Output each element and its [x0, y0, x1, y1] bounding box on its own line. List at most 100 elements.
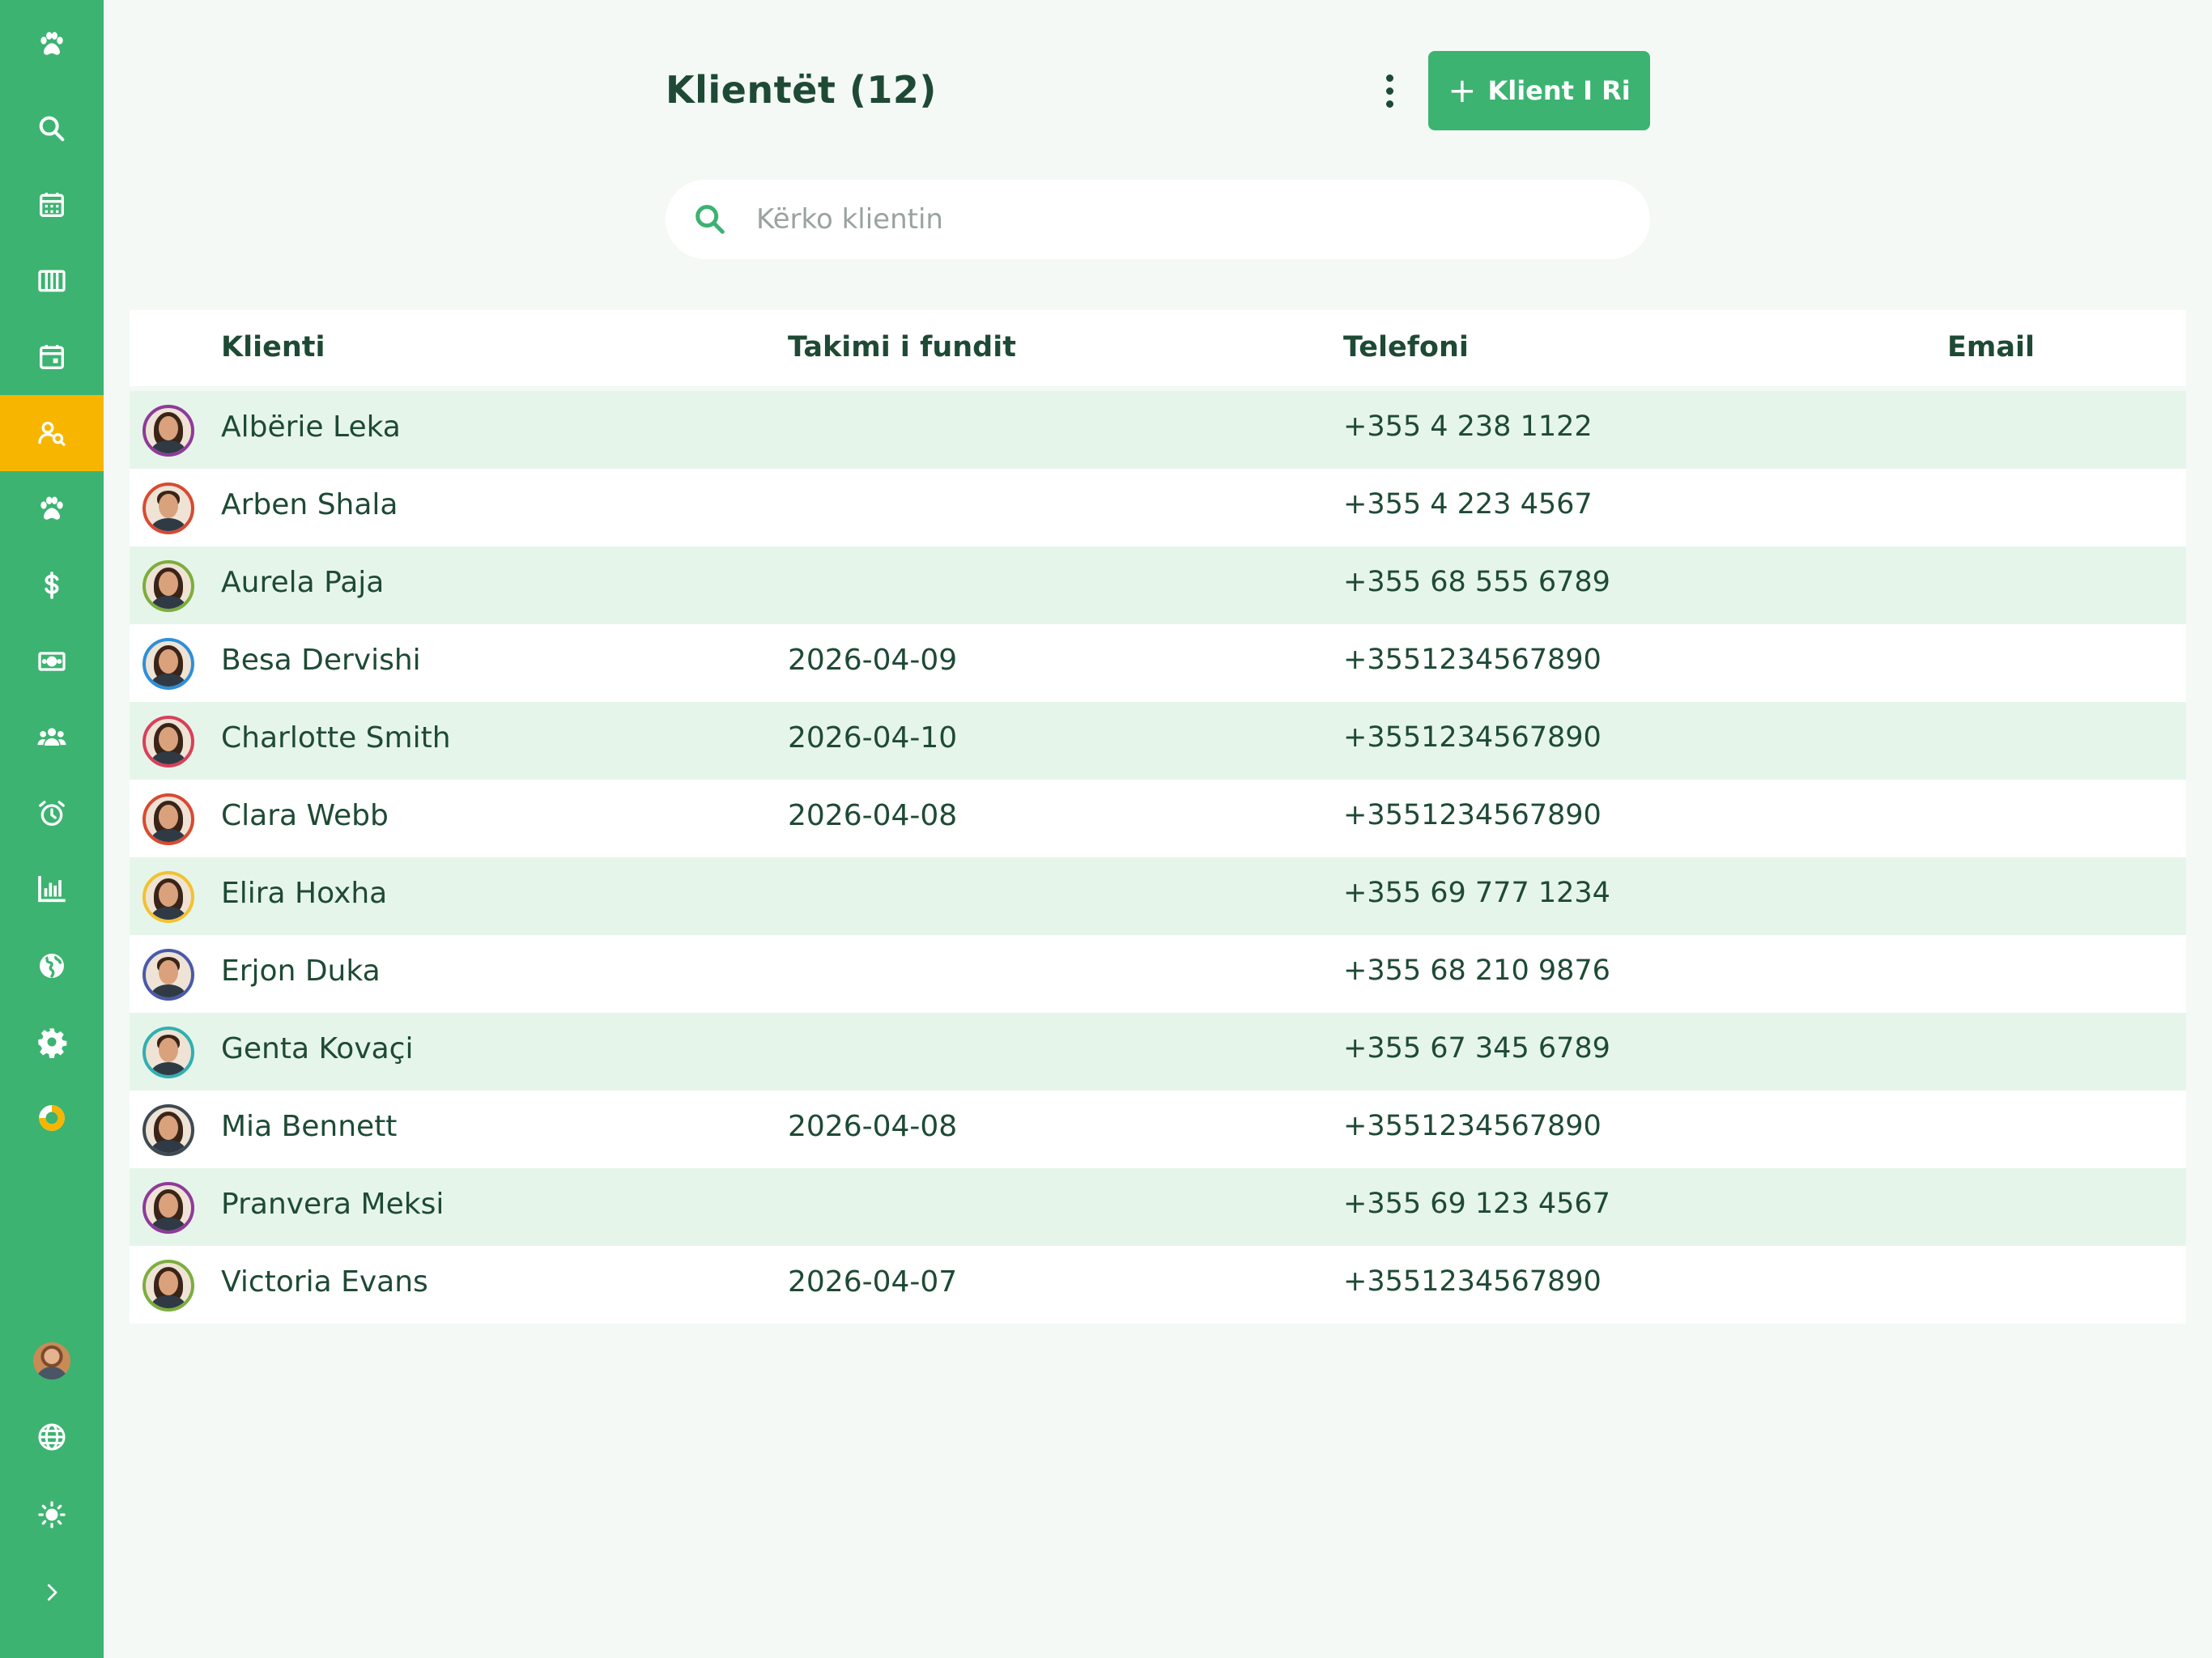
- calendar-event-icon: [40, 345, 64, 369]
- client-avatar: [143, 1027, 194, 1078]
- client-avatar: [143, 1182, 194, 1234]
- dollar-icon: [45, 572, 59, 599]
- table-body: Albërie Leka +355 4 238 1122 Arben Shala +3…: [130, 391, 2186, 1324]
- sidebar-item-clients[interactable]: [0, 395, 104, 471]
- sidebar-item-appointments[interactable]: [0, 319, 104, 395]
- money-icon: [38, 652, 66, 671]
- table-row[interactable]: Aurela Paja +355 68 555 6789: [130, 546, 2186, 624]
- language-icon: [38, 1423, 66, 1451]
- sidebar-item-website[interactable]: [0, 928, 104, 1004]
- column-header-phone[interactable]: Telefoni: [1343, 331, 1469, 363]
- sidebar-item-payments[interactable]: [0, 623, 104, 699]
- client-phone: +355 69 123 4567: [1343, 1188, 1610, 1220]
- client-avatar: [143, 483, 194, 534]
- client-name: Victoria Evans: [221, 1265, 428, 1299]
- clients-table: Klienti Takimi i fundit Telefoni Email A…: [130, 310, 2186, 1324]
- sidebar-item-reports[interactable]: [0, 852, 104, 928]
- sidebar: [0, 0, 104, 1658]
- table-row[interactable]: Charlotte Smith 2026-04-10 +3551234567890: [130, 702, 2186, 780]
- column-header-last-appointment[interactable]: Takimi i fundit: [788, 331, 1016, 363]
- client-name: Genta Kovaçi: [221, 1032, 414, 1065]
- search-input[interactable]: [756, 194, 1614, 244]
- table-header: Klienti Takimi i fundit Telefoni Email: [130, 310, 2186, 386]
- table-row[interactable]: Victoria Evans 2026-04-07 +3551234567890: [130, 1246, 2186, 1324]
- client-search-icon: [38, 421, 66, 446]
- client-avatar: [143, 638, 194, 690]
- table-row[interactable]: Genta Kovaçi +355 67 345 6789: [130, 1013, 2186, 1090]
- client-phone: +355 4 223 4567: [1343, 488, 1593, 521]
- client-name: Arben Shala: [221, 488, 398, 521]
- column-header-email[interactable]: Email: [1947, 331, 2035, 363]
- paw-icon: [40, 496, 63, 520]
- table-row[interactable]: Clara Webb 2026-04-08 +3551234567890: [130, 780, 2186, 857]
- client-name: Aurela Paja: [221, 566, 385, 599]
- client-phone: +3551234567890: [1343, 644, 1602, 676]
- client-name: Charlotte Smith: [221, 721, 451, 755]
- more-dot-icon: [1385, 87, 1393, 95]
- calendar-icon: [40, 193, 64, 217]
- search-box: [666, 180, 1650, 259]
- client-phone: +3551234567890: [1343, 1110, 1602, 1142]
- donut-icon: [39, 1105, 65, 1131]
- sidebar-item-staff[interactable]: [0, 699, 104, 776]
- client-avatar: [143, 1260, 194, 1312]
- last-appointment: 2026-04-08: [788, 1110, 958, 1143]
- client-phone: +355 67 345 6789: [1343, 1032, 1610, 1065]
- last-appointment: 2026-04-09: [788, 644, 958, 677]
- table-row[interactable]: Pranvera Meksi +355 69 123 4567: [130, 1168, 2186, 1246]
- plus-icon: +: [1448, 70, 1477, 110]
- theme-icon: [38, 1501, 66, 1528]
- table-row[interactable]: Arben Shala +355 4 223 4567: [130, 469, 2186, 546]
- add-client-button[interactable]: + Klient I Ri: [1428, 51, 1650, 130]
- client-name: Albërie Leka: [221, 410, 401, 444]
- add-client-label: Klient I Ri: [1487, 75, 1631, 106]
- sidebar-item-pets[interactable]: [0, 471, 104, 547]
- client-avatar: [143, 949, 194, 1001]
- client-avatar: [143, 716, 194, 767]
- table-row[interactable]: Albërie Leka +355 4 238 1122: [130, 391, 2186, 469]
- users-icon: [37, 728, 66, 746]
- columns-icon: [38, 270, 66, 292]
- sidebar-item-board[interactable]: [0, 243, 104, 319]
- alarm-icon: [39, 801, 65, 826]
- client-name: Pranvera Meksi: [221, 1188, 445, 1221]
- client-phone: +3551234567890: [1343, 721, 1602, 754]
- user-avatar: [33, 1342, 70, 1380]
- search-icon: [39, 116, 65, 142]
- paw-logo-icon: [40, 32, 63, 55]
- globe-filled-icon: [40, 954, 64, 979]
- search-icon: [696, 205, 725, 234]
- client-name: Besa Dervishi: [221, 644, 421, 677]
- table-row[interactable]: Mia Bennett 2026-04-08 +3551234567890: [130, 1090, 2186, 1168]
- table-row[interactable]: Erjon Duka +355 68 210 9876: [130, 935, 2186, 1013]
- client-avatar: [143, 560, 194, 612]
- sidebar-user-avatar[interactable]: [0, 1323, 104, 1399]
- client-name: Erjon Duka: [221, 954, 381, 988]
- table-row[interactable]: Elira Hoxha +355 69 777 1234: [130, 857, 2186, 935]
- bar-chart-icon: [38, 876, 66, 903]
- sidebar-item-calendar[interactable]: [0, 167, 104, 243]
- column-header-client[interactable]: Klienti: [221, 331, 325, 363]
- client-name: Clara Webb: [221, 799, 389, 832]
- sidebar-item-settings[interactable]: [0, 1004, 104, 1080]
- table-row[interactable]: Besa Dervishi 2026-04-09 +3551234567890: [130, 624, 2186, 702]
- client-name: Elira Hoxha: [221, 877, 388, 910]
- last-appointment: 2026-04-08: [788, 799, 958, 832]
- client-phone: +3551234567890: [1343, 1265, 1602, 1298]
- sidebar-item-reminders[interactable]: [0, 776, 104, 852]
- client-phone: +355 69 777 1234: [1343, 877, 1610, 909]
- client-phone: +355 4 238 1122: [1343, 410, 1593, 443]
- more-dot-icon: [1385, 100, 1393, 108]
- chevron-right-icon: [47, 1584, 57, 1601]
- client-avatar: [143, 1104, 194, 1156]
- sidebar-item-search[interactable]: [0, 91, 104, 167]
- sidebar-item-home[interactable]: [0, 6, 104, 83]
- page-title: Klientët (12): [666, 68, 937, 112]
- sidebar-expand-button[interactable]: [0, 1554, 104, 1630]
- more-options-button[interactable]: [1373, 68, 1406, 113]
- sidebar-item-theme[interactable]: [0, 1477, 104, 1553]
- sidebar-item-pricing[interactable]: [0, 547, 104, 623]
- last-appointment: 2026-04-07: [788, 1265, 958, 1299]
- sidebar-item-status[interactable]: [0, 1080, 104, 1156]
- sidebar-item-language[interactable]: [0, 1399, 104, 1475]
